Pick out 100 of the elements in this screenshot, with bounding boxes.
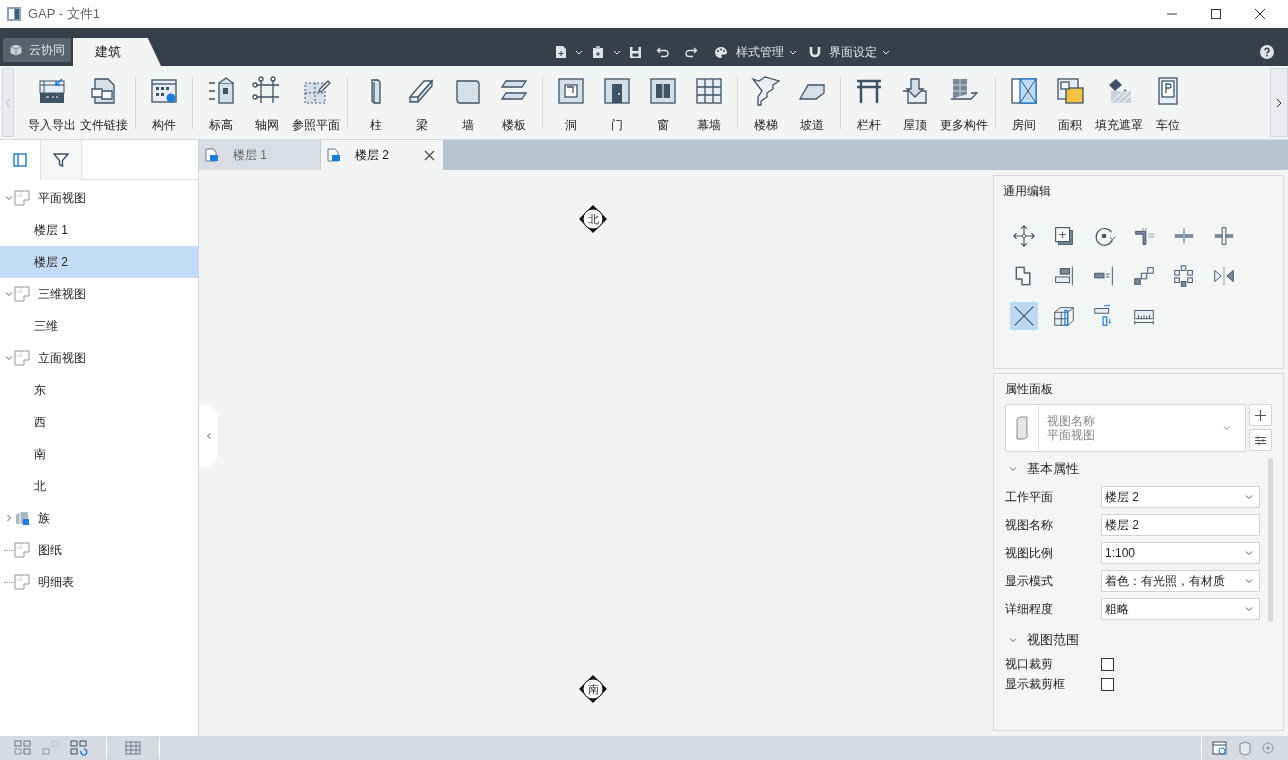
tree-item[interactable]: 楼层 1 <box>0 214 198 246</box>
tree-item[interactable]: 图纸 <box>0 534 198 566</box>
ribbon-button[interactable]: 窗 <box>640 66 686 139</box>
ribbon-button[interactable]: 参照平面 <box>290 66 342 139</box>
floor-plan-icon <box>205 148 219 162</box>
new-file-icon[interactable] <box>555 45 567 59</box>
ribbon-button[interactable]: 房间 <box>1001 66 1047 139</box>
settings-menu[interactable]: 界面设定 <box>829 43 890 61</box>
move-icon <box>1011 223 1037 249</box>
clipboard-icon[interactable] <box>591 45 605 59</box>
tree-item[interactable]: 三维视图 <box>0 278 198 310</box>
checkbox[interactable] <box>1101 677 1114 691</box>
plus-icon <box>1255 409 1266 421</box>
input-field[interactable]: 楼层 2 <box>1101 514 1260 536</box>
chevron-down-icon <box>1009 466 1017 472</box>
type-selector[interactable]: 视图名称 平面视图 <box>1005 404 1246 452</box>
property-label: 视图名称 <box>1005 517 1054 534</box>
ribbon-button[interactable]: 轴网 <box>244 66 290 139</box>
collapse-panel-handle[interactable] <box>199 405 218 467</box>
cube-icon[interactable] <box>1238 740 1252 756</box>
tree-item[interactable]: 明细表 <box>0 566 198 598</box>
ribbon-button[interactable]: 车位 <box>1145 66 1191 139</box>
grid-refresh-icon[interactable] <box>70 740 88 756</box>
chevron-down-icon <box>1245 550 1253 556</box>
ribbon-button[interactable]: 栏杆 <box>846 66 892 139</box>
tree-item[interactable]: 楼层 2 <box>0 246 198 278</box>
tree-item[interactable]: 北 <box>0 470 198 502</box>
tree-item[interactable]: 族 <box>0 502 198 534</box>
caret-icon[interactable] <box>575 49 583 55</box>
dropdown-field[interactable]: 粗略 <box>1101 598 1260 620</box>
close-icon <box>1254 8 1266 20</box>
section-header[interactable]: 基本属性 <box>1005 455 1260 483</box>
curtain-wall-icon <box>693 75 725 107</box>
tree-item[interactable]: 三维 <box>0 310 198 342</box>
ribbon-button[interactable]: 梁 <box>399 66 445 139</box>
add-button[interactable] <box>1249 404 1272 426</box>
ribbon-button[interactable]: 填充遮罩 <box>1093 66 1145 139</box>
ribbon-tab[interactable]: 云协同 <box>3 38 71 62</box>
dropdown-field[interactable]: 着色：有光照，有材质 <box>1101 570 1260 592</box>
view-icon <box>14 542 30 558</box>
magnet-icon[interactable] <box>809 46 821 58</box>
palette-icon[interactable] <box>714 45 728 59</box>
family-icon <box>14 510 30 526</box>
ribbon-button[interactable]: 洞 <box>548 66 594 139</box>
ribbon-button[interactable]: 标高 <box>198 66 244 139</box>
dropdown-field[interactable]: 1:100 <box>1101 542 1260 564</box>
ribbon-button[interactable]: 导入导出 <box>26 66 78 139</box>
save-icon[interactable] <box>629 45 642 59</box>
ribbon-button[interactable]: 柱 <box>353 66 399 139</box>
chevron-down-icon <box>1009 637 1017 643</box>
ribbon-button[interactable]: 屋顶 <box>892 66 938 139</box>
dropdown-field[interactable]: 楼层 2 <box>1101 486 1260 508</box>
tree-item[interactable]: 南 <box>0 438 198 470</box>
ribbon-button[interactable]: 面积 <box>1047 66 1093 139</box>
help-icon[interactable] <box>1260 45 1274 59</box>
style-menu[interactable]: 样式管理 <box>736 43 797 61</box>
edit-tool-button[interactable] <box>1010 302 1038 330</box>
ribbon-button[interactable]: 墙 <box>445 66 491 139</box>
ribbon-button[interactable]: 幕墙 <box>686 66 732 139</box>
chevron-down-icon <box>1223 425 1231 431</box>
undo-icon[interactable] <box>656 46 670 58</box>
chevron-down-icon <box>1245 606 1253 612</box>
ribbon-button[interactable]: 坡道 <box>789 66 835 139</box>
ribbon-button[interactable]: 更多构件 <box>938 66 990 139</box>
panel-title: 通用编辑 <box>1003 183 1052 200</box>
ribbon-tab[interactable]: 建筑 <box>73 38 161 66</box>
document-tab[interactable]: 楼层 1 <box>199 140 321 170</box>
maximize-icon <box>1210 8 1222 20</box>
property-label: 视口裁剪 <box>1005 656 1054 673</box>
tree-item[interactable]: 立面视图 <box>0 342 198 374</box>
ribbon-button[interactable]: 楼板 <box>491 66 537 139</box>
opening-icon <box>555 75 587 107</box>
direction-marker: 北 <box>578 204 608 234</box>
ribbon-button[interactable]: 构件 <box>141 66 187 139</box>
ribbon-button[interactable]: 门 <box>594 66 640 139</box>
property-label: 显示模式 <box>1005 573 1054 590</box>
ribbon-button[interactable]: 文件链接 <box>78 66 130 139</box>
scrollbar[interactable] <box>1268 458 1273 622</box>
section-header[interactable]: 视图范围 <box>1005 626 1260 654</box>
caret-icon[interactable] <box>882 49 890 55</box>
redo-icon[interactable] <box>684 46 698 58</box>
tree-item[interactable]: 平面视图 <box>0 182 198 214</box>
sidebar-icon <box>13 153 27 167</box>
type-value: 平面视图 <box>1047 428 1096 442</box>
tree-item[interactable]: 西 <box>0 406 198 438</box>
window-icon <box>647 75 679 107</box>
filter-tab[interactable] <box>41 140 82 180</box>
tree-item[interactable]: 东 <box>0 374 198 406</box>
close-icon[interactable] <box>424 149 435 161</box>
view-icon <box>14 574 30 590</box>
settings-button[interactable] <box>1249 429 1272 451</box>
checkbox[interactable] <box>1101 657 1114 671</box>
caret-icon[interactable] <box>613 49 621 55</box>
property-label: 工作平面 <box>1005 489 1054 506</box>
caret-icon[interactable] <box>789 49 797 55</box>
document-tab[interactable]: 楼层 2 <box>321 140 443 170</box>
edit-tool-button[interactable] <box>1010 222 1038 250</box>
ribbon-button[interactable]: 楼梯 <box>743 66 789 139</box>
panel-toggle-tab[interactable] <box>0 140 41 180</box>
window-refresh-icon[interactable] <box>1212 740 1228 756</box>
